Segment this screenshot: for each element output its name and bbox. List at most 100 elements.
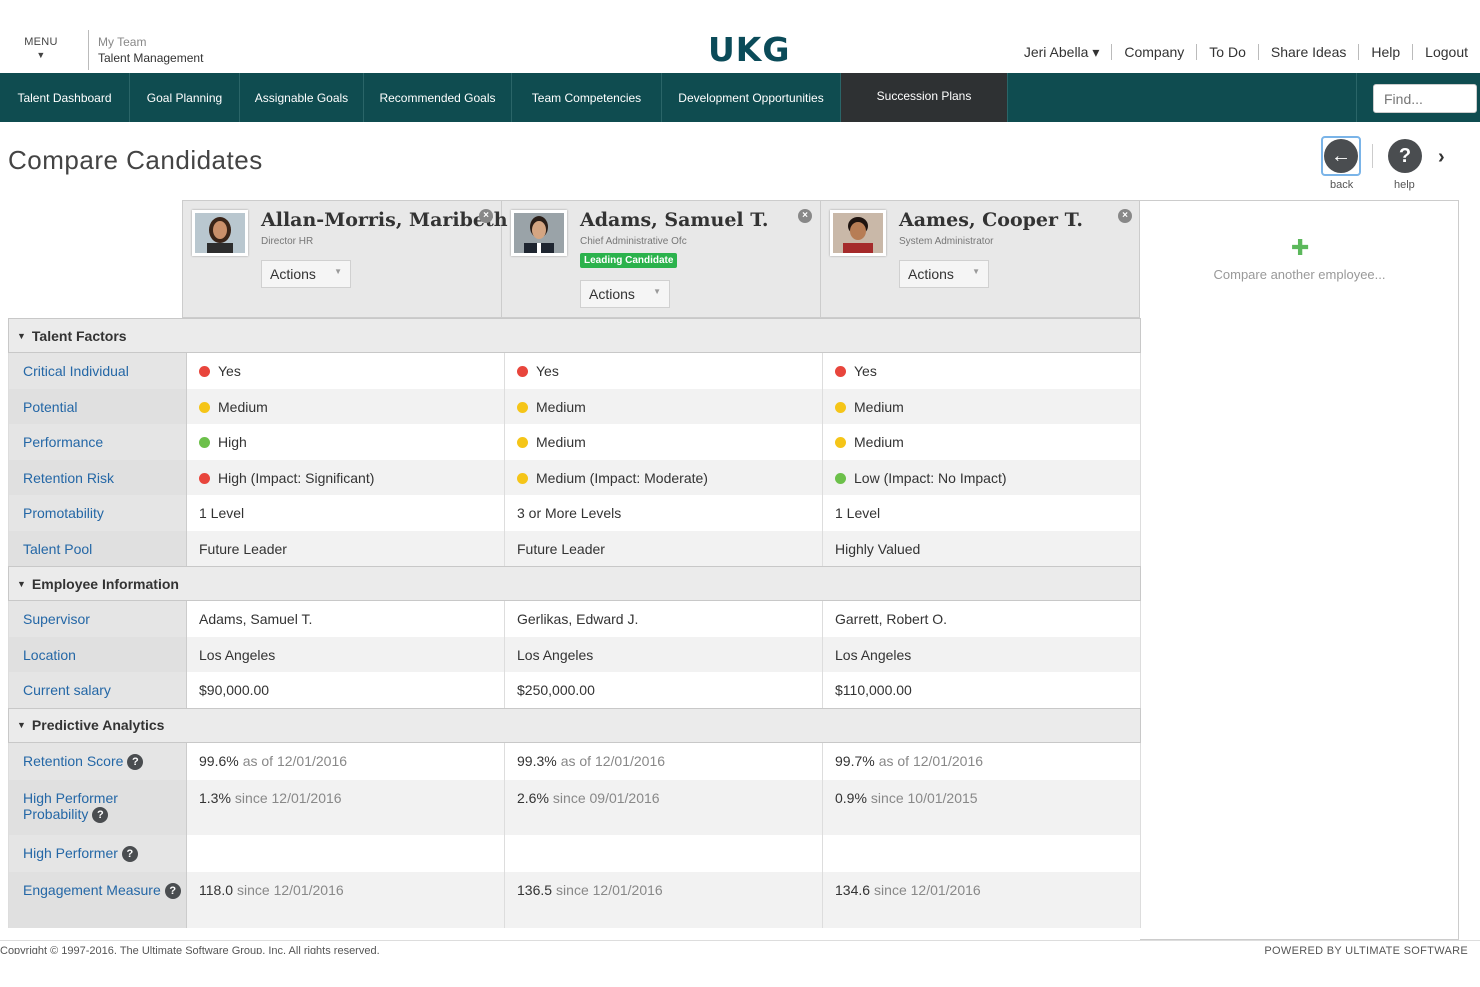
help-icon[interactable]: ?: [121, 845, 138, 862]
tab-assignable-goals[interactable]: Assignable Goals: [240, 73, 364, 122]
help-icon[interactable]: ?: [127, 753, 144, 770]
tab-talent-dashboard[interactable]: Talent Dashboard: [0, 73, 130, 122]
row-label[interactable]: High Performer?: [9, 834, 187, 872]
candidate-name[interactable]: Adams, Samuel T.: [580, 209, 769, 231]
table-cell: 2.6% since 09/01/2016: [505, 779, 823, 835]
avatar: [830, 210, 886, 256]
candidate-name[interactable]: Allan-Morris, Maribeth: [261, 209, 508, 231]
table-cell: Medium: [505, 388, 823, 424]
toolbar-divider: [1372, 144, 1373, 168]
table-cell: Yes: [823, 353, 1141, 389]
cell-value: Garrett, Robert O.: [835, 611, 948, 627]
chevron-right-icon[interactable]: ›: [1438, 146, 1445, 169]
candidate-name[interactable]: Aames, Cooper T.: [899, 209, 1083, 231]
tab-team-competencies[interactable]: Team Competencies: [512, 73, 662, 122]
find-input[interactable]: [1373, 84, 1477, 113]
table-cell: High: [187, 424, 505, 460]
table-cell: 134.6 since 12/01/2016: [823, 871, 1141, 928]
row-label-text: Retention Score: [23, 752, 124, 769]
section-employee-information[interactable]: ▼ Employee Information: [8, 566, 1141, 601]
tab-goal-planning[interactable]: Goal Planning: [130, 73, 240, 122]
ukg-logo[interactable]: UKG: [708, 30, 790, 69]
table-row: Performance High Medium Medium: [8, 424, 1141, 460]
table-cell: 99.6% as of 12/01/2016: [187, 742, 505, 780]
row-label-text: Engagement Measure: [23, 881, 161, 898]
tab-succession-plans[interactable]: Succession Plans: [841, 73, 1008, 122]
actions-dropdown[interactable]: Actions ▼: [899, 260, 989, 288]
row-label-text: High Performer: [23, 844, 118, 861]
cell-value: Highly Valued: [835, 540, 921, 557]
status-dot-icon: [199, 401, 210, 413]
section-talent-factors[interactable]: ▼ Talent Factors: [8, 318, 1141, 353]
table-cell: Yes: [187, 353, 505, 389]
table-row: Promotability 1 Level 3 or More Levels 1 Le…: [8, 495, 1141, 531]
chevron-down-icon: ▼: [972, 267, 980, 276]
help-icon[interactable]: ?: [164, 882, 181, 899]
menu-button[interactable]: MENU ▼: [24, 36, 58, 60]
table-cell: 1.3% since 12/01/2016: [187, 779, 505, 835]
table-cell: $110,000.00: [823, 672, 1141, 708]
cell-value: $250,000.00: [517, 682, 595, 698]
compare-another-link[interactable]: Compare another employee...: [1140, 267, 1459, 282]
tab-recommended-goals[interactable]: Recommended Goals: [364, 73, 512, 122]
row-label[interactable]: Talent Pool: [9, 530, 187, 566]
status-dot-icon: [517, 437, 528, 448]
logout-link[interactable]: Logout: [1412, 44, 1468, 60]
row-label[interactable]: Current salary: [9, 672, 187, 708]
collapse-triangle-icon: ▼: [17, 330, 26, 341]
row-label[interactable]: Critical Individual: [9, 353, 187, 389]
add-icon[interactable]: ✚: [1291, 235, 1309, 261]
cell-value: Medium: [854, 398, 904, 415]
actions-dropdown[interactable]: Actions ▼: [580, 280, 670, 308]
metric-date: since 10/01/2015: [870, 789, 978, 806]
row-label[interactable]: Location: [9, 636, 187, 672]
back-arrow-icon[interactable]: ←: [1324, 139, 1358, 173]
table-row: Engagement Measure? 118.0 since 12/01/201…: [8, 871, 1141, 928]
table-cell: Medium: [823, 424, 1141, 460]
candidate-card: Adams, Samuel T. Chief Administrative Of…: [502, 201, 821, 319]
row-label[interactable]: Retention Score?: [9, 742, 187, 780]
help-icon[interactable]: ?: [1388, 139, 1422, 173]
help-icon[interactable]: ?: [92, 806, 109, 823]
status-dot-icon: [517, 472, 528, 484]
status-dot-icon: [199, 366, 210, 377]
close-icon[interactable]: ×: [1118, 209, 1132, 223]
user-menu-link[interactable]: Jeri Abella ▾: [1012, 44, 1112, 60]
cell-value: Los Angeles: [517, 646, 594, 663]
cell-value: 3 or More Levels: [517, 505, 622, 521]
table-row: Supervisor Adams, Samuel T. Gerlikas, Edwa…: [8, 601, 1141, 637]
context-line2: Talent Management: [98, 51, 204, 65]
row-label[interactable]: Supervisor: [9, 601, 187, 637]
cell-value: 1 Level: [835, 505, 881, 521]
actions-dropdown[interactable]: Actions ▼: [261, 260, 351, 288]
row-label[interactable]: Potential: [9, 388, 187, 424]
table-row: Location Los Angeles Los Angeles Los Angele…: [8, 636, 1141, 672]
row-label[interactable]: Engagement Measure?: [9, 871, 187, 928]
cell-value: Yes: [536, 363, 559, 379]
row-label[interactable]: Promotability: [9, 495, 187, 531]
tab-development-opportunities[interactable]: Development Opportunities: [662, 73, 841, 122]
row-label[interactable]: Performance: [9, 424, 187, 460]
table-cell: Medium (Impact: Moderate): [505, 459, 823, 495]
company-link[interactable]: Company: [1111, 44, 1196, 60]
todo-link[interactable]: To Do: [1196, 44, 1258, 60]
table-cell: High (Impact: Significant): [187, 459, 505, 495]
row-label[interactable]: Retention Risk: [9, 459, 187, 495]
help-link[interactable]: Help: [1358, 44, 1412, 60]
context-breadcrumb[interactable]: My Team Talent Management: [88, 30, 203, 70]
table-row: Critical Individual Yes Yes Yes: [8, 353, 1141, 389]
metric-date: as of 12/01/2016: [560, 752, 666, 769]
metric-date: since 12/01/2016: [234, 789, 342, 806]
page-title: Compare Candidates: [8, 145, 263, 175]
cell-value: Future Leader: [199, 540, 287, 557]
close-icon[interactable]: ×: [479, 209, 493, 223]
share-ideas-link[interactable]: Share Ideas: [1257, 44, 1359, 60]
section-title: Talent Factors: [31, 327, 127, 344]
cell-value: High (Impact: Significant): [218, 469, 375, 486]
table-cell: Los Angeles: [505, 636, 823, 672]
status-dot-icon: [517, 366, 528, 377]
status-dot-icon: [835, 472, 846, 484]
section-predictive-analytics[interactable]: ▼ Predictive Analytics: [8, 707, 1141, 743]
row-label[interactable]: High Performer Probability?: [9, 779, 187, 835]
close-icon[interactable]: ×: [798, 209, 812, 223]
